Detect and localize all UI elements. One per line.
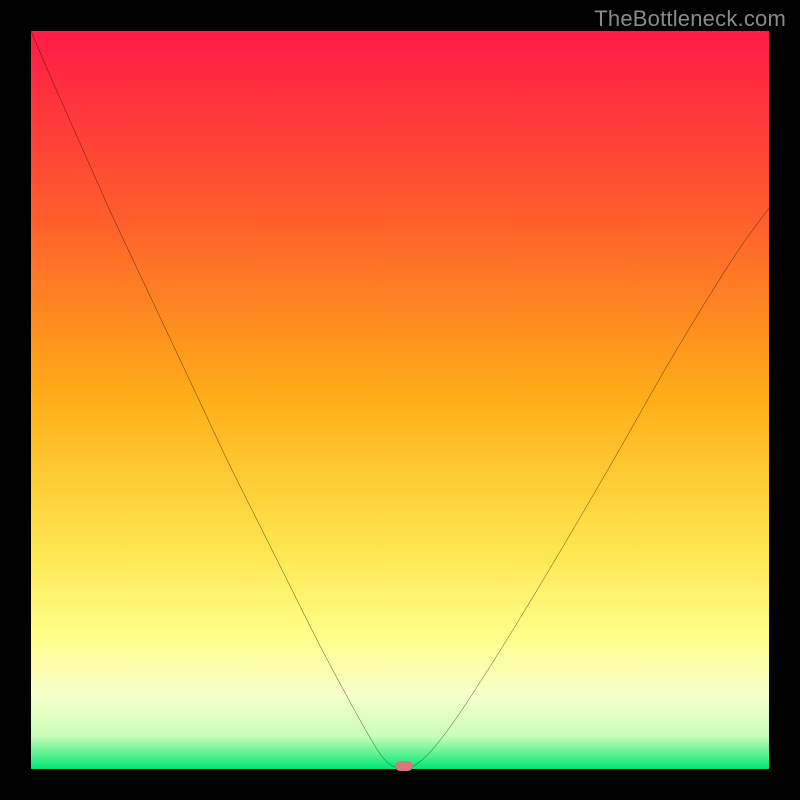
chart-frame: TheBottleneck.com — [0, 0, 800, 800]
minimum-marker — [395, 761, 413, 771]
bottleneck-curve — [31, 31, 769, 769]
plot-area — [31, 31, 769, 769]
watermark-text: TheBottleneck.com — [594, 6, 786, 32]
